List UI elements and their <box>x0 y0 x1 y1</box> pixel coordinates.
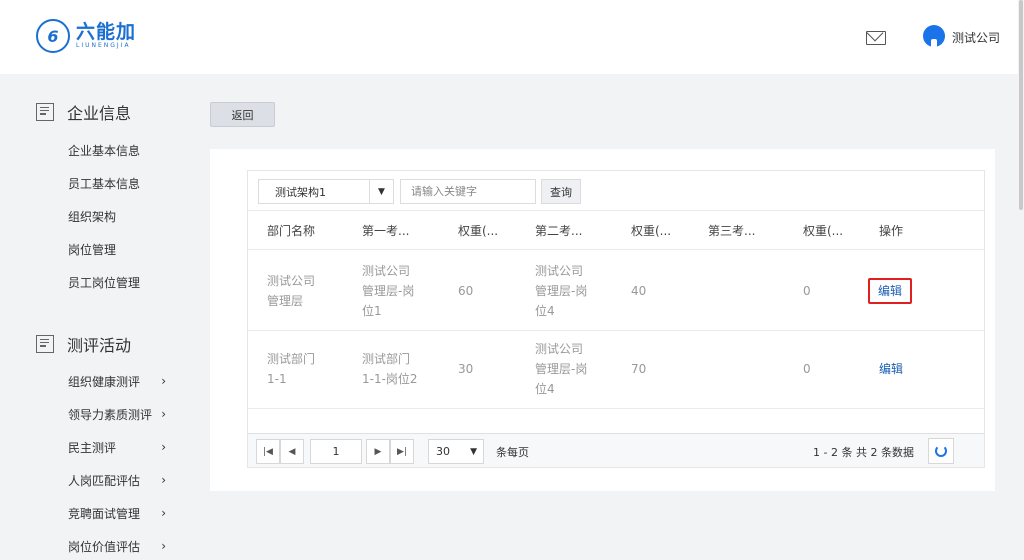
structure-select[interactable]: 测试架构1 ▼ <box>258 179 394 204</box>
data-grid: 测试架构1 ▼ 查询 部门名称 第一考... 权重(... 第二考... 权重(… <box>247 170 985 468</box>
column-header[interactable]: 第三考... <box>708 212 755 250</box>
mail-icon[interactable] <box>866 31 886 45</box>
top-header: 6 六能加 LIUNENGJIA 测试公司 <box>0 0 1024 74</box>
prev-page-button[interactable]: ◀ <box>280 439 304 464</box>
cell-second-position: 测试公司 管理层-岗 位4 <box>535 342 588 396</box>
grid-toolbar: 测试架构1 ▼ 查询 <box>248 171 984 211</box>
dropdown-arrow-icon: ▼ <box>369 180 393 203</box>
sidebar-item-employee-info[interactable]: 员工基本信息 <box>68 174 178 192</box>
clipboard-icon <box>36 335 54 353</box>
logo-subtext: LIUNENGJIA <box>76 42 131 49</box>
user-name: 测试公司 <box>952 30 1001 45</box>
column-header: 操作 <box>879 224 904 238</box>
sidebar-section-title: 企业信息 <box>67 104 132 123</box>
chevron-right-icon: › <box>161 473 166 487</box>
pagination-summary: 1 - 2 条 共 2 条数据 <box>813 446 914 459</box>
cell-first-position: 测试部门 1-1-岗位2 <box>362 352 418 386</box>
chevron-right-icon: › <box>161 506 166 520</box>
page-scrollbar[interactable] <box>1018 0 1024 560</box>
logo-icon: 6 <box>36 19 70 53</box>
sidebar-item-leadership[interactable]: 领导力素质测评 › <box>68 405 178 423</box>
query-button[interactable]: 查询 <box>541 179 581 204</box>
column-header[interactable]: 权重(... <box>803 212 843 250</box>
cell-weight-3: 0 <box>803 284 811 298</box>
sidebar-item-org-structure[interactable]: 组织架构 <box>68 207 178 225</box>
cell-dept: 测试公司 管理层 <box>267 274 316 308</box>
edit-link[interactable]: 编辑 <box>879 359 903 379</box>
user-menu[interactable]: 测试公司 <box>923 25 1000 49</box>
chevron-right-icon: › <box>161 407 166 421</box>
chevron-right-icon: › <box>161 374 166 388</box>
page-size-label: 条每页 <box>496 446 529 459</box>
sidebar-item-democratic[interactable]: 民主测评 › <box>68 438 178 456</box>
logo[interactable]: 6 六能加 LIUNENGJIA <box>36 19 136 53</box>
column-header[interactable]: 第一考... <box>362 212 409 250</box>
sidebar-section-assessment[interactable]: 测评活动 <box>36 332 131 356</box>
next-page-button[interactable]: ▶ <box>366 439 390 464</box>
cell-first-position: 测试公司 管理层-岗 位1 <box>362 264 415 318</box>
first-page-button[interactable]: |◀ <box>256 439 280 464</box>
page-size-select[interactable]: 30 ▼ <box>428 439 484 464</box>
cell-weight-3: 0 <box>803 362 811 376</box>
sidebar-section-enterprise[interactable]: 企业信息 <box>36 100 131 124</box>
cell-weight-1: 30 <box>458 362 474 376</box>
refresh-button[interactable] <box>928 438 954 464</box>
column-header[interactable]: 第二考... <box>535 212 582 250</box>
chevron-right-icon: › <box>161 440 166 454</box>
sidebar: 企业信息 企业基本信息 员工基本信息 组织架构 岗位管理 员工岗位管理 测评活动… <box>0 74 190 560</box>
chevron-right-icon: › <box>161 539 166 553</box>
sidebar-item-employee-position[interactable]: 员工岗位管理 <box>68 273 178 291</box>
edit-link[interactable]: 编辑 <box>868 278 913 304</box>
user-avatar-icon <box>923 25 945 49</box>
building-icon <box>36 103 54 121</box>
keyword-search-input[interactable] <box>400 179 536 204</box>
dropdown-arrow-icon: ▼ <box>470 447 477 457</box>
table-header: 部门名称 第一考... 权重(... 第二考... 权重(... 第三考... … <box>248 212 984 250</box>
cell-weight-2: 40 <box>631 284 647 298</box>
sidebar-item-job-value[interactable]: 岗位价值评估 › <box>68 537 178 555</box>
back-button[interactable]: 返回 <box>210 102 275 127</box>
sidebar-item-job-match[interactable]: 人岗匹配评估 › <box>68 471 178 489</box>
scrollbar-thumb[interactable] <box>1019 0 1023 210</box>
table-row[interactable]: 测试部门 1-1 测试部门 1-1-岗位2 30 测试公司 管理层-岗 位4 70 0 … <box>248 329 984 409</box>
cell-weight-1: 60 <box>458 284 474 298</box>
column-header[interactable]: 权重(... <box>458 212 498 250</box>
sidebar-item-interview[interactable]: 竞聘面试管理 › <box>68 504 178 522</box>
logo-text: 六能加 <box>76 21 137 43</box>
sidebar-section-title: 测评活动 <box>67 336 132 355</box>
cell-weight-2: 70 <box>631 362 647 376</box>
sidebar-item-position-mgmt[interactable]: 岗位管理 <box>68 240 178 258</box>
column-header[interactable]: 部门名称 <box>267 212 315 250</box>
sidebar-item-company-info[interactable]: 企业基本信息 <box>68 141 178 159</box>
page-number-input[interactable]: 1 <box>310 439 362 464</box>
cell-second-position: 测试公司 管理层-岗 位4 <box>535 264 588 318</box>
sidebar-item-org-health[interactable]: 组织健康测评 › <box>68 372 178 390</box>
pagination-bar: |◀ ◀ 1 ▶ ▶| 30 ▼ 条每页 1 - 2 条 共 2 条数据 <box>248 433 984 467</box>
refresh-icon <box>935 445 947 457</box>
table-row[interactable]: 测试公司 管理层 测试公司 管理层-岗 位1 60 测试公司 管理层-岗 位4 40 0 … <box>248 251 984 331</box>
column-header[interactable]: 权重(... <box>631 212 671 250</box>
cell-dept: 测试部门 1-1 <box>267 352 316 386</box>
last-page-button[interactable]: ▶| <box>390 439 414 464</box>
